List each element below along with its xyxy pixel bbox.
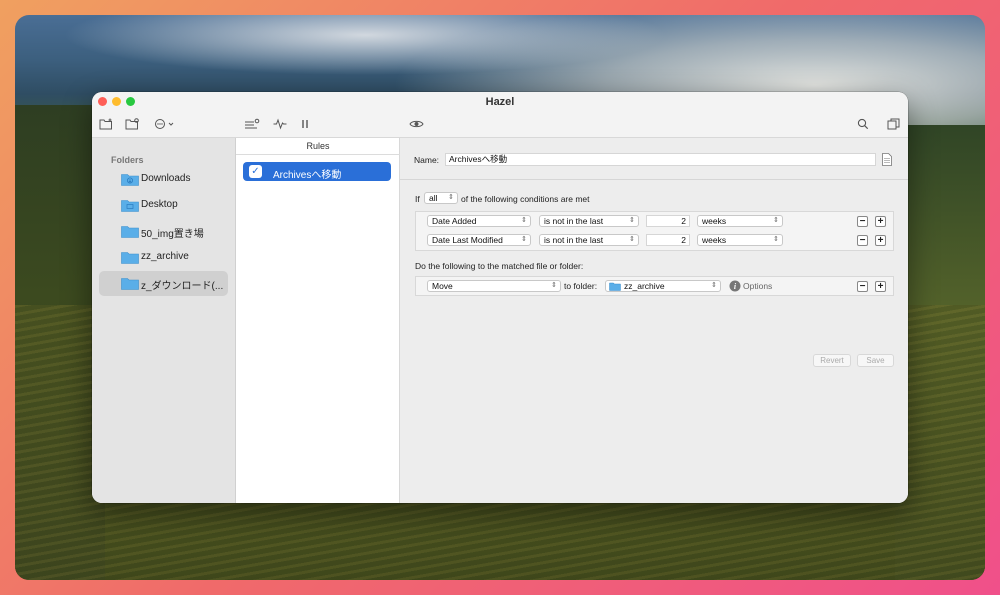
sidebar-item-label: Downloads — [141, 173, 191, 184]
sidebar-header: Folders — [111, 155, 144, 165]
folder-icon — [121, 226, 139, 238]
info-icon[interactable]: i — [729, 280, 741, 292]
rules-pane: Rules ✓ Archivesへ移動 — [236, 138, 400, 503]
condition-operator-value: is not in the last — [544, 235, 604, 245]
rule-item[interactable]: ✓ Archivesへ移動 — [243, 162, 391, 181]
sidebar-item-z-download[interactable]: z_ダウンロード(... — [99, 271, 228, 296]
if-label: If — [415, 194, 420, 204]
condition-attribute-value: Date Added — [432, 216, 477, 226]
window-title: Hazel — [485, 96, 515, 108]
condition-unit-value: weeks — [702, 235, 727, 245]
desktop-folder-icon — [121, 200, 139, 212]
sidebar-item-50-img[interactable]: 50_img置き場 — [99, 219, 228, 244]
save-button[interactable]: Save — [857, 354, 894, 367]
condition-attribute-popup[interactable]: Date Added ⇕ — [427, 215, 531, 227]
downloads-folder-icon — [121, 174, 139, 186]
action-type-popup[interactable]: Move ⇕ — [427, 280, 561, 292]
rules-header: Rules — [236, 138, 400, 155]
sidebar-item-label: 50_img置き場 — [141, 229, 204, 240]
popup-arrows-icon: ⇕ — [448, 194, 454, 201]
popup-arrows-icon: ⇕ — [773, 217, 779, 224]
condition-operator-popup[interactable]: is not in the last ⇕ — [539, 215, 639, 227]
pause-icon[interactable] — [300, 116, 310, 132]
rule-notes-icon[interactable] — [882, 153, 892, 166]
sidebar-item-desktop[interactable]: Desktop — [99, 193, 228, 218]
action-type-value: Move — [432, 281, 453, 291]
condition-amount-field[interactable]: 2 — [646, 234, 690, 246]
sidebar-item-zz-archive[interactable]: zz_archive — [99, 245, 228, 270]
folder-icon — [609, 282, 621, 291]
match-mode-popup[interactable]: all ⇕ — [424, 192, 458, 204]
sidebar-item-label: z_ダウンロード(... — [141, 281, 224, 292]
condition-attribute-popup[interactable]: Date Last Modified ⇕ — [427, 234, 531, 246]
popup-arrows-icon: ⇕ — [773, 236, 779, 243]
preview-eye-icon[interactable] — [409, 116, 424, 132]
revert-button[interactable]: Revert — [813, 354, 851, 367]
target-folder-popup[interactable]: zz_archive ⇕ — [605, 280, 721, 292]
actions-box: Move ⇕ to folder: zz_archive ⇕ i Options −… — [415, 276, 894, 296]
actions-text: Do the following to the matched file or … — [415, 261, 584, 271]
popup-arrows-icon: ⇕ — [521, 236, 527, 243]
condition-attribute-value: Date Last Modified — [432, 235, 503, 245]
sidebar-item-downloads[interactable]: Downloads — [99, 167, 228, 192]
divider — [400, 179, 908, 180]
rule-detail-pane: Name: Archivesへ移動 If all ⇕ of the followi… — [400, 138, 908, 503]
popup-arrows-icon: ⇕ — [629, 236, 635, 243]
condition-operator-popup[interactable]: is not in the last ⇕ — [539, 234, 639, 246]
popup-arrows-icon: ⇕ — [551, 282, 557, 289]
popup-arrows-icon: ⇕ — [629, 217, 635, 224]
popup-arrows-icon: ⇕ — [711, 282, 717, 289]
condition-unit-popup[interactable]: weeks ⇕ — [697, 234, 783, 246]
sidebar-item-label: zz_archive — [141, 251, 189, 262]
add-action-button[interactable]: + — [875, 281, 886, 292]
more-options-icon[interactable] — [154, 116, 176, 132]
popup-arrows-icon: ⇕ — [521, 217, 527, 224]
target-folder-value: zz_archive — [624, 281, 665, 291]
add-condition-button[interactable]: + — [875, 235, 886, 246]
options-label[interactable]: Options — [743, 281, 772, 291]
rule-item-label: Archivesへ移動 — [273, 170, 342, 181]
folder-settings-icon[interactable] — [125, 116, 140, 132]
activity-icon[interactable] — [273, 116, 287, 132]
add-folder-icon[interactable] — [99, 116, 113, 132]
remove-action-button[interactable]: − — [857, 281, 868, 292]
duplicate-icon[interactable] — [887, 116, 900, 132]
remove-condition-button[interactable]: − — [857, 216, 868, 227]
search-icon[interactable] — [857, 116, 869, 132]
name-label: Name: — [414, 155, 440, 165]
rule-name-field[interactable]: Archivesへ移動 — [445, 153, 876, 166]
titlebar: Hazel — [92, 92, 908, 138]
remove-condition-button[interactable]: − — [857, 235, 868, 246]
to-folder-label: to folder: — [564, 281, 598, 291]
rule-enabled-checkbox[interactable]: ✓ — [249, 165, 262, 178]
hazel-window: Hazel Folders Downloads Desktop 50_img置き… — [92, 92, 908, 503]
condition-operator-value: is not in the last — [544, 216, 604, 226]
folder-icon — [121, 278, 139, 290]
add-condition-button[interactable]: + — [875, 216, 886, 227]
folders-sidebar: Folders Downloads Desktop 50_img置き場 zz_a… — [92, 138, 236, 503]
conditions-box: Date Added ⇕ is not in the last ⇕ 2 weeks ⇕… — [415, 211, 894, 251]
folder-icon — [121, 252, 139, 264]
conditions-text: of the following conditions are met — [461, 194, 590, 204]
condition-unit-value: weeks — [702, 216, 727, 226]
match-mode-value: all — [429, 193, 438, 203]
condition-amount-field[interactable]: 2 — [646, 215, 690, 227]
sidebar-item-label: Desktop — [141, 199, 178, 210]
rule-list-icon[interactable] — [244, 116, 260, 132]
condition-unit-popup[interactable]: weeks ⇕ — [697, 215, 783, 227]
